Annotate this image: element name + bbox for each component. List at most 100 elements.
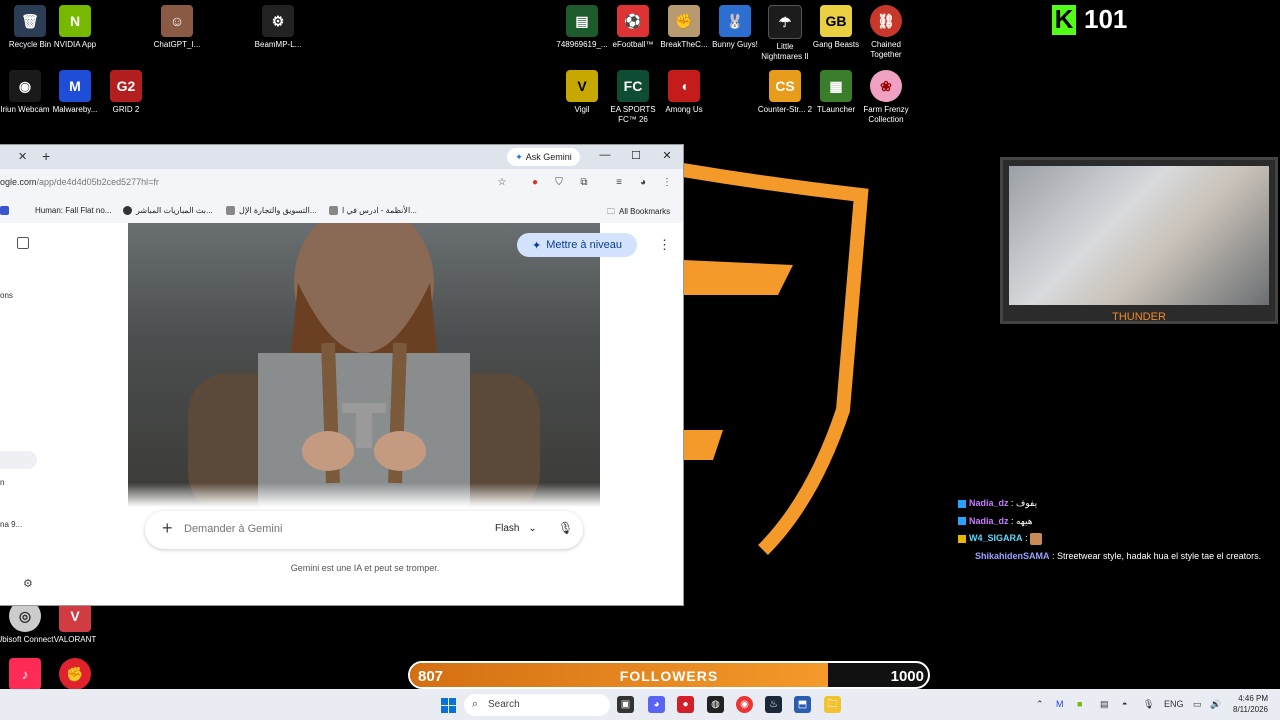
chatgpt-file-icon: ☺ <box>161 5 193 37</box>
desktop-icon-riot-client[interactable]: ✊ <box>45 658 105 693</box>
prompt-input[interactable] <box>184 523 464 535</box>
close-window-icon[interactable]: ✕ <box>657 149 677 162</box>
media-app-icon[interactable]: ● <box>677 696 694 713</box>
file-explorer-icon[interactable]: 🗀 <box>824 696 841 713</box>
prompt-box: + Flash ⌄ 🎙 <box>145 511 583 549</box>
sidebar-item[interactable]: ons <box>0 291 13 300</box>
webcam-overlay: THUNDER <box>1000 157 1278 324</box>
url-text[interactable]: ogle.com/app/de4d4d05b2ced5277hl=fr <box>0 177 159 187</box>
chat-message: Nadia_dz : يفوف <box>958 495 1261 513</box>
sidebar-item[interactable]: na 9... <box>0 520 22 529</box>
viewer-count: 101 <box>1084 4 1128 34</box>
chrome-icon[interactable]: ◉ <box>736 696 753 713</box>
add-attachment-icon[interactable]: + <box>162 518 173 539</box>
riot-icon: ✊ <box>59 658 91 690</box>
malwarebytes-icon: M <box>59 70 91 102</box>
tiktok-icon: ♪ <box>9 658 41 690</box>
side-panel-toggle-icon[interactable] <box>17 237 29 249</box>
windows-start-icon[interactable] <box>441 698 456 713</box>
discord-icon[interactable]: ◕ <box>648 696 665 713</box>
stream-chat: Nadia_dz : يفوف Nadia_dz : هيهه W4_SIGAR… <box>958 495 1261 565</box>
grid2-icon: G2 <box>110 70 142 102</box>
sparkle-icon: ✦ <box>515 151 523 162</box>
bookmark-item[interactable]: الأنظمة - ادرس في ا... <box>329 206 417 216</box>
extensions-puzzle-icon[interactable]: ⧉ <box>577 176 591 190</box>
recycle-bin-icon: 🗑 <box>14 5 46 37</box>
tray-app-icon[interactable]: ▤ <box>1100 699 1109 710</box>
chevron-down-icon: ⌄ <box>528 523 537 534</box>
kick-logo-icon: K <box>1052 4 1076 35</box>
chat-message: Nadia_dz : هيهه <box>958 513 1261 531</box>
disclaimer-text: Gemini est une IA et peut se tromper. <box>290 563 440 573</box>
volume-icon[interactable]: 🔊 <box>1210 699 1221 710</box>
gang-beasts-icon: GB <box>820 5 852 37</box>
malwarebytes-tray-icon[interactable]: M <box>1056 699 1064 709</box>
microphone-tray-icon[interactable]: 🎙 <box>1143 699 1154 710</box>
nvidia-tray-icon[interactable]: ■ <box>1077 699 1082 709</box>
desktop-icon-chatgpt[interactable]: ☺ ChatGPT_I... <box>147 5 207 50</box>
sidebar-item[interactable]: n <box>0 478 4 487</box>
nvidia-icon: N <box>59 5 91 37</box>
extension-red-icon[interactable]: ● <box>528 176 542 190</box>
obs-icon[interactable]: ◍ <box>707 696 724 713</box>
microphone-icon[interactable]: 🎙 <box>558 521 573 535</box>
followers-goal-bar: 807 FOLLOWERS 1000 <box>408 661 930 689</box>
shield-extension-icon[interactable]: ⛉ <box>552 176 566 190</box>
bookmark-item[interactable]: التسويق والتجارة الإل... <box>226 206 317 216</box>
bookmark-item[interactable]: بث المباريات المباشر... <box>123 206 213 216</box>
language-indicator[interactable]: ENG <box>1164 699 1184 709</box>
minimize-icon[interactable]: — <box>595 149 615 161</box>
desktop-icon-farm-frenzy[interactable]: ❀ Farm Frenzy Collection <box>856 70 916 125</box>
sidebar-selected-item[interactable] <box>0 451 37 469</box>
taskbar-search[interactable]: ⌕ Search <box>464 694 610 716</box>
browser-window[interactable]: ✕ + ✦ Ask Gemini — ☐ ✕ ogle.com/app/de4d… <box>0 145 683 605</box>
task-view-icon[interactable]: ▣ <box>617 696 634 713</box>
wifi-tray-icon[interactable]: ◓ <box>1122 699 1127 709</box>
address-bar[interactable]: ogle.com/app/de4d4d05b2ced5277hl=fr ☆ ● … <box>0 169 683 197</box>
store-app-icon[interactable]: ⬒ <box>794 696 811 713</box>
file-icon: ▤ <box>566 5 598 37</box>
followers-goal: 1000 <box>890 668 924 685</box>
farm-frenzy-icon: ❀ <box>870 70 902 102</box>
more-options-icon[interactable]: ⋮ <box>658 237 671 253</box>
folder-icon: 🗀 <box>607 207 615 216</box>
efootball-icon: ⚽ <box>617 5 649 37</box>
star-icon[interactable]: ☆ <box>495 176 509 190</box>
webcam-feed <box>1009 166 1269 305</box>
network-icon[interactable]: ▭ <box>1193 699 1202 710</box>
bookmark-item[interactable]: Human: Fall Flat no... <box>0 206 111 216</box>
browser-menu-icon[interactable]: ⋮ <box>660 176 674 190</box>
taskbar-clock[interactable]: 4:46 PM 8/11/2026 <box>1222 693 1268 715</box>
generated-viking-image[interactable] <box>128 223 600 507</box>
bookmarks-bar: Human: Fall Flat no... بث المباريات المب… <box>0 197 683 224</box>
profile-avatar-icon[interactable]: ◕ <box>636 176 650 190</box>
new-tab-icon[interactable]: + <box>42 148 50 164</box>
upgrade-button[interactable]: ✦ Mettre à niveau <box>517 233 637 257</box>
ask-gemini-button[interactable]: ✦ Ask Gemini <box>507 148 580 166</box>
streamer-name: THUNDER <box>1112 311 1166 323</box>
title-bar[interactable]: ✕ + ✦ Ask Gemini — ☐ ✕ <box>0 145 683 169</box>
among-us-icon: ◖ <box>668 70 700 102</box>
little-nightmares-icon: ☂ <box>768 5 802 39</box>
tab-close-icon[interactable]: ✕ <box>18 150 27 163</box>
settings-gear-icon[interactable]: ⚙ <box>23 577 33 590</box>
webcam-icon: ◉ <box>9 70 41 102</box>
all-bookmarks-button[interactable]: 🗀 All Bookmarks <box>607 206 670 220</box>
vigil-icon: V <box>566 70 598 102</box>
gemini-page: ons n na 9... ⚙ ✦ Mettre à niveau ⋮ + De… <box>0 223 683 605</box>
desktop-icon-chained-together[interactable]: ⛓ Chained Together <box>856 5 916 60</box>
tray-chevron-icon[interactable]: ⌃ <box>1036 699 1044 710</box>
desktop-icon-valorant[interactable]: V VALORANT <box>45 600 105 645</box>
beammp-icon: ⚙ <box>262 5 294 37</box>
desktop-icon-beammp[interactable]: ⚙ BeamMP-L... <box>248 5 308 50</box>
model-selector[interactable]: Flash ⌄ <box>495 523 537 534</box>
desktop-icon-grid-2[interactable]: G2 GRID 2 <box>96 70 156 115</box>
counter-strike-icon: CS <box>769 70 801 102</box>
media-control-icon[interactable]: ≡ <box>612 176 626 190</box>
desktop-icon-nvidia-app[interactable]: N NVIDIA App <box>45 5 105 50</box>
maximize-icon[interactable]: ☐ <box>626 149 646 162</box>
desktop-icon-among-us[interactable]: ◖ Among Us <box>654 70 714 115</box>
emote-icon <box>1030 532 1043 545</box>
steam-icon[interactable]: ♨ <box>765 696 782 713</box>
ea-fc-icon: FC <box>617 70 649 102</box>
